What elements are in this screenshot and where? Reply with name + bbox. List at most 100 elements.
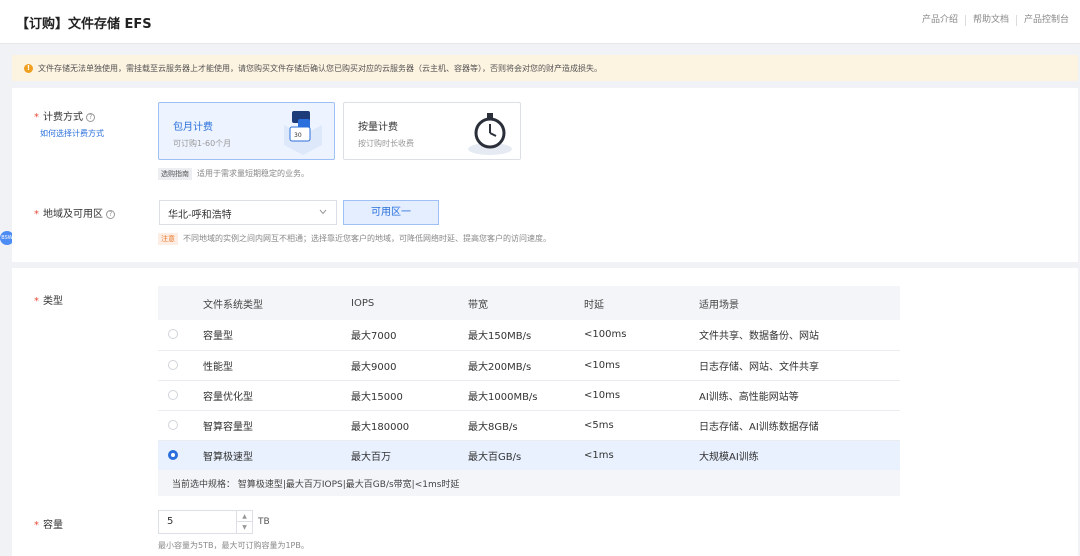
type-name-cell: 容量优化型	[203, 380, 351, 411]
billing-region-panel: * 计费方式? 如何选择计费方式 包月计费 可订购1-60个月 30 按量计费 按…	[12, 88, 1078, 262]
note-tag: 注意	[158, 233, 178, 245]
help-docs-link[interactable]: 帮助文档	[964, 15, 1016, 26]
region-label: * 地域及可用区?	[34, 205, 115, 220]
help-icon[interactable]: ?	[86, 112, 95, 122]
region-selected-value: 华北-呼和浩特	[168, 210, 232, 221]
capacity-input[interactable]: 5 ▲ ▼	[158, 510, 253, 534]
note-text: 不同地域的实例之间内网互不相通；选择靠近您客户的地域，可降低网络时延、提高您客户…	[183, 234, 551, 243]
scenario-cell: 日志存储、AI训练数据存储	[699, 410, 900, 441]
billing-option-desc: 可订购1-60个月	[173, 139, 232, 148]
required-mark: *	[34, 209, 39, 220]
latency-cell: <100ms	[584, 320, 699, 351]
warning-notice: ! 文件存储无法单独使用，需挂载至云服务器上才能使用，请您购买文件存储后确认您已…	[12, 55, 1078, 81]
bandwidth-cell: 最大百GB/s	[468, 440, 584, 471]
top-header: 【订购】文件存储 EFS 产品介绍 帮助文档 产品控制台	[0, 0, 1080, 44]
table-header-cell: 带宽	[468, 286, 584, 320]
warning-icon: !	[24, 63, 33, 73]
iops-cell: 最大百万	[351, 440, 468, 471]
step-up-icon[interactable]: ▲	[237, 511, 252, 522]
billing-option-title: 包月计费	[173, 122, 213, 133]
type-label-text: 类型	[43, 296, 63, 307]
bandwidth-cell: 最大1000MB/s	[468, 380, 584, 411]
capacity-value: 5	[167, 516, 174, 527]
region-note: 注意 不同地域的实例之间内网互不相通；选择靠近您客户的地域，可降低网络时延、提高您…	[158, 233, 551, 245]
type-label: * 类型	[34, 292, 63, 307]
billing-option-monthly[interactable]: 包月计费 可订购1-60个月 30	[158, 102, 335, 160]
spec-table: 文件系统类型 IOPS 带宽 时延 适用场景 容量型 最大7000 最大150M…	[158, 286, 900, 471]
table-header-cell: 时延	[584, 286, 699, 320]
capacity-hint: 最小容量为5TB，最大可订购容量为1PB。	[158, 541, 309, 550]
scenario-cell: 大规模AI训练	[699, 440, 900, 471]
billing-label-text: 计费方式	[43, 112, 83, 123]
billing-label: * 计费方式?	[34, 108, 95, 123]
calendar-cube-icon: 30	[284, 111, 322, 155]
required-mark: *	[34, 520, 39, 531]
capacity-label-text: 容量	[43, 520, 63, 531]
table-row[interactable]: 容量优化型 最大15000 最大1000MB/s <10ms AI训练、高性能网…	[158, 380, 900, 411]
table-header-row: 文件系统类型 IOPS 带宽 时延 适用场景	[158, 286, 900, 320]
required-mark: *	[34, 112, 39, 123]
latency-cell: <1ms	[584, 440, 699, 471]
latency-cell: <10ms	[584, 350, 699, 381]
radio-cell	[158, 440, 203, 471]
table-header-cell: 文件系统类型	[203, 286, 351, 320]
guide-text: 适用于需求量短期稳定的业务。	[197, 169, 309, 178]
iops-cell: 最大180000	[351, 410, 468, 441]
latency-cell: <5ms	[584, 410, 699, 441]
iops-cell: 最大9000	[351, 350, 468, 381]
iops-cell: 最大15000	[351, 380, 468, 411]
product-intro-link[interactable]: 产品介绍	[915, 15, 965, 26]
page-title: 【订购】文件存储 EFS	[16, 17, 152, 32]
type-capacity-panel: * 类型 文件系统类型 IOPS 带宽 时延 适用场景 容量型 最大7000 最大…	[12, 268, 1078, 556]
capacity-unit: TB	[258, 517, 270, 527]
radio-cell	[158, 410, 203, 441]
type-radio[interactable]	[168, 359, 178, 370]
selected-spec-summary: 当前选中规格： 智算极速型|最大百万IOPS|最大百GB/s带宽|<1ms时延	[158, 470, 900, 496]
stopwatch-icon	[468, 113, 512, 155]
svg-text:30: 30	[294, 132, 302, 139]
type-radio[interactable]	[168, 419, 178, 430]
billing-guide: 选购指南 适用于需求量短期稳定的业务。	[158, 168, 309, 180]
billing-option-desc: 按订购时长收费	[358, 139, 414, 148]
radio-cell	[158, 380, 203, 411]
header-links: 产品介绍 帮助文档 产品控制台	[915, 15, 1076, 26]
type-radio[interactable]	[168, 389, 178, 400]
region-select[interactable]: 华北-呼和浩特	[159, 200, 337, 225]
table-header-cell	[158, 286, 203, 320]
radio-cell	[158, 350, 203, 381]
table-row[interactable]: 容量型 最大7000 最大150MB/s <100ms 文件共享、数据备份、网站	[158, 320, 900, 351]
iops-cell: 最大7000	[351, 320, 468, 351]
scenario-cell: 文件共享、数据备份、网站	[699, 320, 900, 351]
quantity-stepper[interactable]: ▲ ▼	[236, 511, 252, 533]
notice-text: 文件存储无法单独使用，需挂载至云服务器上才能使用，请您购买文件存储后确认您已购买…	[38, 63, 602, 73]
type-radio[interactable]	[168, 329, 178, 340]
chevron-down-icon	[319, 209, 327, 215]
table-row-selected[interactable]: 智算极速型 最大百万 最大百GB/s <1ms 大规模AI训练	[158, 440, 900, 471]
type-name-cell: 性能型	[203, 350, 351, 381]
billing-help-link[interactable]: 如何选择计费方式	[40, 128, 104, 139]
table-header-cell: IOPS	[351, 286, 468, 320]
step-down-icon[interactable]: ▼	[237, 522, 252, 533]
guide-tag: 选购指南	[158, 168, 192, 180]
type-name-cell: 智算极速型	[203, 440, 351, 471]
latency-cell: <10ms	[584, 380, 699, 411]
type-name-cell: 容量型	[203, 320, 351, 351]
scenario-cell: AI训练、高性能网站等	[699, 380, 900, 411]
region-label-text: 地域及可用区	[43, 209, 103, 220]
billing-option-title: 按量计费	[358, 122, 398, 133]
bandwidth-cell: 最大8GB/s	[468, 410, 584, 441]
table-header-cell: 适用场景	[699, 286, 900, 320]
scenario-cell: 日志存储、网站、文件共享	[699, 350, 900, 381]
bandwidth-cell: 最大150MB/s	[468, 320, 584, 351]
product-console-link[interactable]: 产品控制台	[1015, 15, 1076, 26]
help-icon[interactable]: ?	[106, 209, 115, 219]
required-mark: *	[34, 296, 39, 307]
capacity-label: * 容量	[34, 516, 63, 531]
type-radio-selected[interactable]	[168, 449, 178, 460]
billing-option-payg[interactable]: 按量计费 按订购时长收费	[343, 102, 521, 160]
radio-cell	[158, 320, 203, 351]
bandwidth-cell: 最大200MB/s	[468, 350, 584, 381]
availability-zone-button[interactable]: 可用区一	[343, 200, 439, 225]
table-row[interactable]: 智算容量型 最大180000 最大8GB/s <5ms 日志存储、AI训练数据存…	[158, 410, 900, 441]
table-row[interactable]: 性能型 最大9000 最大200MB/s <10ms 日志存储、网站、文件共享	[158, 350, 900, 381]
